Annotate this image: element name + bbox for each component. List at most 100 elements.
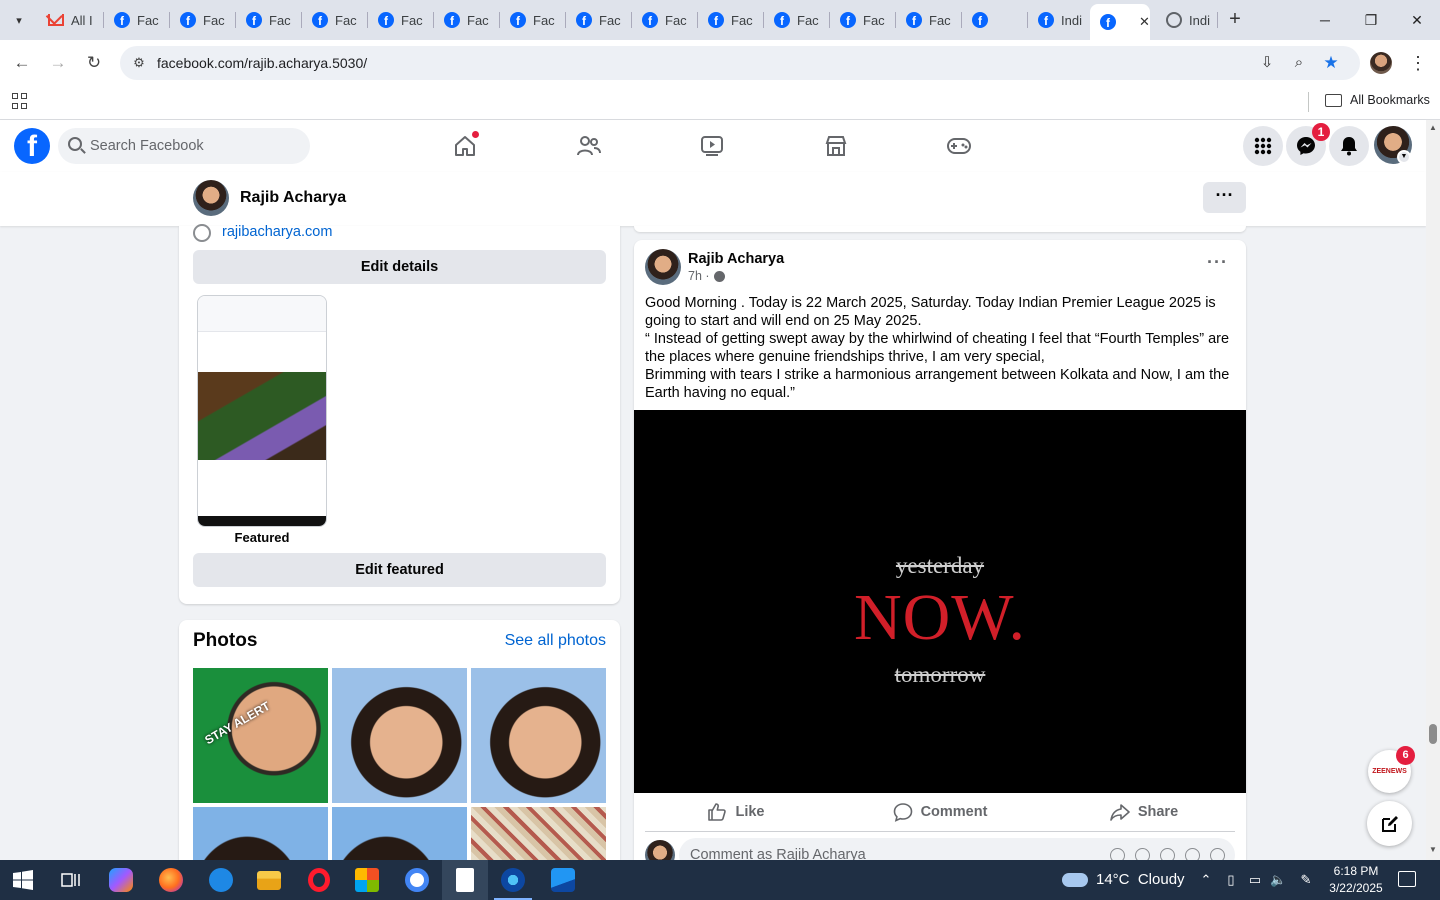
- edit-featured-button[interactable]: Edit featured: [193, 553, 606, 587]
- close-window-icon[interactable]: ✕: [1405, 8, 1429, 32]
- new-tab-plus-icon[interactable]: +: [1224, 8, 1246, 30]
- gif-icon[interactable]: [1185, 848, 1200, 860]
- tab-indi[interactable]: Indi: [1156, 4, 1218, 36]
- notepad-icon[interactable]: [442, 860, 488, 900]
- network-icon[interactable]: ▭: [1247, 872, 1263, 888]
- tab-facebook[interactable]: f Fac: [434, 4, 500, 36]
- close-tab-icon[interactable]: ✕: [1139, 14, 1150, 30]
- post-author-name[interactable]: Rajib Acharya: [688, 251, 784, 267]
- tab-facebook[interactable]: f: [962, 4, 1028, 36]
- restore-icon[interactable]: ❐: [1359, 8, 1383, 32]
- start-windows-icon[interactable]: [0, 860, 46, 900]
- tab-facebook-active[interactable]: f ✕: [1090, 4, 1150, 40]
- all-bookmarks-label[interactable]: All Bookmarks: [1350, 93, 1430, 107]
- tab-facebook[interactable]: f Fac: [896, 4, 962, 36]
- page-scrollbar[interactable]: ▲ ▼: [1426, 120, 1440, 860]
- photo-thumbnail[interactable]: [332, 807, 467, 860]
- chrome-menu-icon[interactable]: ⋮: [1408, 50, 1428, 76]
- scroll-down-icon[interactable]: ▼: [1429, 846, 1437, 854]
- pen-workspace-icon[interactable]: ✎: [1298, 872, 1314, 888]
- site-settings-icon[interactable]: ⚙: [130, 54, 148, 72]
- tab-facebook[interactable]: f Fac: [764, 4, 830, 36]
- photo-thumbnail[interactable]: [471, 668, 606, 803]
- copilot-icon[interactable]: [98, 860, 144, 900]
- photos-app-icon[interactable]: [540, 860, 586, 900]
- profile-avatar[interactable]: [193, 180, 229, 216]
- clock[interactable]: 6:18 PM 3/22/2025: [1326, 863, 1386, 897]
- sticker-icon[interactable]: [1210, 848, 1225, 860]
- chrome-profile-avatar[interactable]: [1370, 52, 1392, 74]
- zoom-icon[interactable]: ⌕: [1289, 53, 1309, 73]
- tab-facebook[interactable]: f Fac: [236, 4, 302, 36]
- camera-icon[interactable]: [1160, 848, 1175, 860]
- file-explorer-icon[interactable]: [246, 860, 292, 900]
- active-browser-icon[interactable]: [490, 860, 536, 900]
- volume-icon[interactable]: 🔈: [1270, 872, 1286, 888]
- nav-home-icon[interactable]: [445, 130, 485, 162]
- tab-facebook[interactable]: f Fac: [632, 4, 698, 36]
- scroll-thumb[interactable]: [1429, 724, 1437, 744]
- scroll-up-icon[interactable]: ▲: [1429, 124, 1437, 132]
- monitor-app-icon[interactable]: [198, 860, 244, 900]
- photo-thumbnail[interactable]: [332, 668, 467, 803]
- tab-facebook[interactable]: f Fac: [830, 4, 896, 36]
- google-chrome-icon[interactable]: [394, 860, 440, 900]
- tab-facebook[interactable]: f Fac: [698, 4, 764, 36]
- comment-input[interactable]: Comment as Rajib Acharya: [679, 838, 1235, 860]
- account-chevron-icon[interactable]: ▼: [1397, 150, 1411, 164]
- tab-facebook[interactable]: f Fac: [500, 4, 566, 36]
- forward-arrow-icon[interactable]: →: [45, 50, 71, 76]
- bookmark-star-icon[interactable]: ★: [1321, 53, 1341, 73]
- apps-grid-icon[interactable]: [12, 93, 28, 109]
- photo-thumbnail[interactable]: [471, 807, 606, 860]
- photo-thumbnail[interactable]: [193, 807, 328, 860]
- microsoft-store-icon[interactable]: [344, 860, 390, 900]
- tab-facebook[interactable]: f Fac: [566, 4, 632, 36]
- profile-more-button[interactable]: ···: [1203, 182, 1246, 213]
- tab-facebook[interactable]: f Fac: [368, 4, 434, 36]
- profile-name[interactable]: Rajib Acharya: [240, 189, 346, 207]
- share-button[interactable]: Share: [1042, 793, 1246, 831]
- task-view-icon[interactable]: [48, 860, 94, 900]
- emoji-icon[interactable]: [1135, 848, 1150, 860]
- back-arrow-icon[interactable]: ←: [9, 50, 35, 76]
- menu-grid-icon[interactable]: [1243, 126, 1283, 166]
- folder-icon[interactable]: [1325, 94, 1342, 107]
- url-text[interactable]: facebook.com/rajib.acharya.5030/: [157, 55, 367, 71]
- avatar-sticker-icon[interactable]: [1110, 848, 1125, 860]
- tab-facebook[interactable]: f Fac: [302, 4, 368, 36]
- tab-search-chevron-icon[interactable]: ▾: [6, 7, 32, 33]
- tab-facebook[interactable]: f Fac: [170, 4, 236, 36]
- tab-facebook[interactable]: f Indi: [1028, 4, 1088, 36]
- facebook-logo-icon[interactable]: f: [14, 128, 50, 164]
- minimize-icon[interactable]: ─: [1313, 8, 1337, 32]
- post-options-button[interactable]: ···: [1207, 252, 1228, 273]
- address-bar[interactable]: ⚙ facebook.com/rajib.acharya.5030/ ⇩ ⌕ ★: [120, 46, 1360, 80]
- post-image[interactable]: yesterday NOW. tomorrow: [634, 410, 1246, 793]
- tray-device-icon[interactable]: ▯: [1223, 872, 1239, 888]
- opera-icon[interactable]: [296, 860, 342, 900]
- search-input[interactable]: Search Facebook: [58, 128, 310, 164]
- reload-icon[interactable]: ↻: [81, 50, 107, 76]
- photo-thumbnail[interactable]: STAY ALERT: [193, 668, 328, 803]
- edit-details-button[interactable]: Edit details: [193, 250, 606, 284]
- see-all-photos-link[interactable]: See all photos: [505, 632, 606, 650]
- post-timestamp[interactable]: 7h ·: [688, 269, 725, 283]
- nav-video-icon[interactable]: [692, 130, 732, 162]
- notifications-bell-icon[interactable]: [1329, 126, 1369, 166]
- website-link[interactable]: rajibacharya.com: [222, 224, 332, 240]
- tab-facebook[interactable]: f Fac: [104, 4, 170, 36]
- nav-marketplace-icon[interactable]: [816, 130, 856, 162]
- tab-gmail[interactable]: All I: [38, 4, 104, 36]
- notification-center-icon[interactable]: [1398, 871, 1416, 887]
- weather-widget[interactable]: 14°C Cloudy: [1062, 871, 1185, 888]
- post-author-avatar[interactable]: [645, 249, 681, 285]
- featured-story-thumbnail[interactable]: [197, 295, 327, 527]
- nav-gaming-icon[interactable]: [939, 130, 979, 162]
- install-app-icon[interactable]: ⇩: [1257, 53, 1277, 73]
- comment-button[interactable]: Comment: [838, 793, 1042, 831]
- tray-chevron-up-icon[interactable]: ⌃: [1198, 872, 1214, 888]
- like-button[interactable]: Like: [634, 793, 838, 831]
- new-message-button[interactable]: [1367, 801, 1412, 846]
- firefox-icon[interactable]: [148, 860, 194, 900]
